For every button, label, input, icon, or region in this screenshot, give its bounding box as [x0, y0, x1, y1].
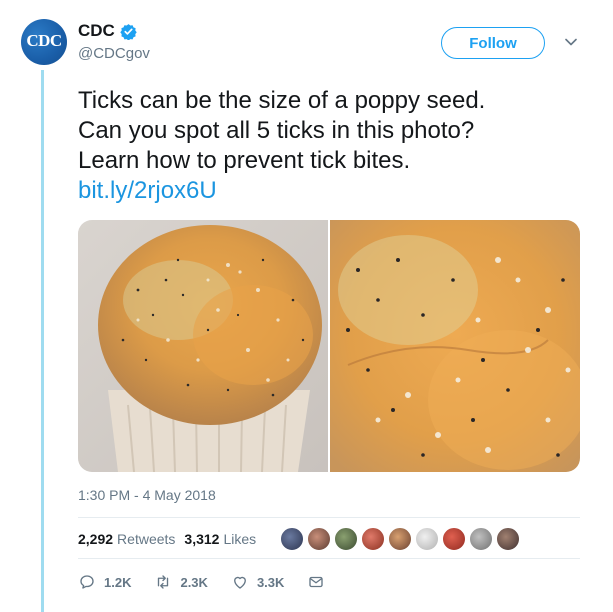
envelope-icon: [309, 576, 324, 588]
liker-avatars: [280, 527, 523, 551]
follow-button[interactable]: Follow: [441, 27, 545, 59]
tweet-timestamp[interactable]: 1:30 PM - 4 May 2018: [78, 487, 216, 503]
author-name[interactable]: CDC: [78, 21, 115, 41]
chevron-down-icon[interactable]: [565, 38, 577, 46]
tweet-link[interactable]: bit.ly/2rjox6U: [78, 176, 578, 206]
heart-icon: [234, 576, 246, 589]
direct-message-button[interactable]: [307, 573, 333, 591]
tweet-line-3: Learn how to prevent tick bites.: [78, 147, 411, 174]
retweets-count[interactable]: 2,292: [78, 531, 113, 547]
tweet-line-1: Ticks can be the size of a poppy seed.: [78, 87, 486, 114]
author-name-row[interactable]: CDC: [78, 21, 137, 41]
reply-count: 1.2K: [104, 574, 132, 590]
divider: [78, 517, 580, 518]
engagement-stats: 2,292 Retweets 3,312 Likes: [78, 531, 265, 547]
divider: [78, 558, 580, 559]
liker-avatar[interactable]: [307, 527, 331, 551]
author-handle[interactable]: @CDCgov: [78, 45, 150, 62]
retweet-button[interactable]: 2.3K: [154, 573, 208, 591]
liker-avatar[interactable]: [334, 527, 358, 551]
photo-right-panel: [330, 220, 580, 472]
like-count: 3.3K: [256, 574, 285, 590]
tweet-line-2: Can you spot all 5 ticks in this photo?: [78, 117, 475, 144]
reply-icon: [80, 575, 94, 589]
liker-avatar[interactable]: [469, 527, 493, 551]
liker-avatar[interactable]: [280, 527, 304, 551]
reply-button[interactable]: 1.2K: [78, 573, 131, 591]
tweet-actions: 1.2K 2.3K 3.3K: [78, 573, 356, 591]
avatar[interactable]: CDC: [21, 19, 67, 65]
avatar-logo-text: CDC: [26, 31, 62, 50]
tweet-text: Ticks can be the size of a poppy seed. C…: [78, 86, 578, 206]
liker-avatar[interactable]: [388, 527, 412, 551]
photo-left-panel: [78, 220, 328, 472]
tweet-photo[interactable]: [78, 220, 580, 472]
liker-avatar[interactable]: [361, 527, 385, 551]
retweet-count: 2.3K: [180, 574, 208, 590]
likes-label[interactable]: Likes: [223, 531, 256, 547]
like-button[interactable]: 3.3K: [231, 573, 284, 591]
retweet-icon: [158, 575, 169, 589]
liker-avatar[interactable]: [415, 527, 439, 551]
likes-count[interactable]: 3,312: [184, 531, 219, 547]
liker-avatar[interactable]: [496, 527, 520, 551]
verified-badge-icon: [120, 23, 137, 40]
thread-line: [41, 70, 44, 612]
retweets-label[interactable]: Retweets: [117, 531, 175, 547]
liker-avatar[interactable]: [442, 527, 466, 551]
